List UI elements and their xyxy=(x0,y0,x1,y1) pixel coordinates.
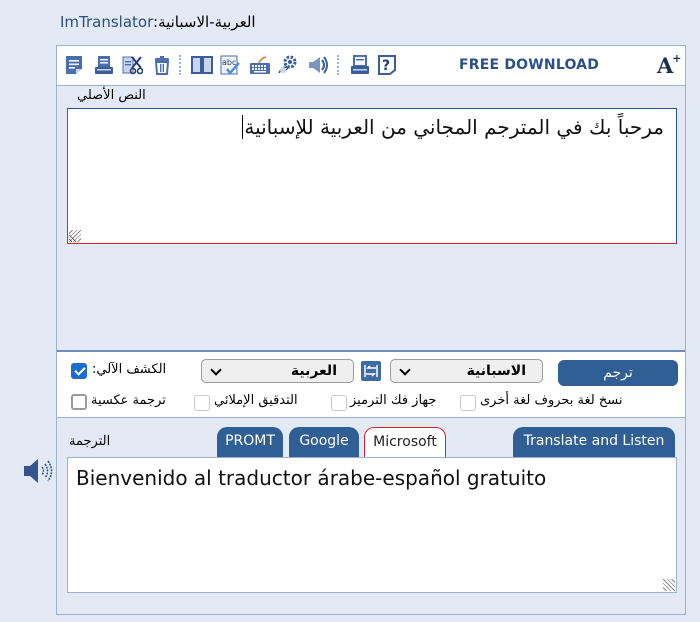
spell-check-icon[interactable]: abc xyxy=(219,54,241,76)
resize-grip-icon[interactable] xyxy=(69,230,81,242)
settings-decoder-icon[interactable] xyxy=(277,54,299,76)
svg-text:abc: abc xyxy=(222,58,236,67)
resize-grip-icon[interactable] xyxy=(663,579,675,591)
source-text: مرحباً بك في المترجم المجاني من العربية … xyxy=(244,115,664,139)
tab-promt[interactable]: PROMT xyxy=(217,427,283,458)
print-icon[interactable] xyxy=(349,54,371,76)
source-label: النص الأصلي xyxy=(77,88,146,103)
spell-check-checkbox[interactable] xyxy=(194,395,210,411)
free-download-link[interactable]: FREE DOWNLOAD xyxy=(459,57,599,73)
language-pair: العربية-الاسبانية xyxy=(158,13,256,31)
source-text-input[interactable]: مرحباً بك في المترجم المجاني من العربية … xyxy=(67,108,677,244)
target-language-select[interactable]: الاسبانية xyxy=(390,359,543,383)
translation-controls: :الكشف الآلي العربية الاسبانية ترجم ترجم… xyxy=(57,350,685,418)
tab-microsoft[interactable]: Microsoft xyxy=(364,427,446,458)
translation-text: Bienvenido al traductor árabe-español gr… xyxy=(76,466,547,490)
window-title: ImTranslator:العربية-الاسبانية xyxy=(60,13,256,31)
swap-icon xyxy=(364,365,378,377)
target-language-value: الاسبانية xyxy=(466,363,526,379)
transliteration-label: نسخ لغة بحروف لغة أخرى xyxy=(480,393,623,408)
decoder-label: جهاز فك الترميز xyxy=(350,393,437,408)
toolbar-separator xyxy=(179,55,181,75)
translation-label: الترجمة xyxy=(69,434,111,449)
toolbar-separator xyxy=(337,55,339,75)
svg-text:?: ? xyxy=(382,58,390,74)
print-preview-icon[interactable] xyxy=(93,54,115,76)
translator-panel: abc ? FREE DOWNLOAD A+ النص الأصلي مرحبا… xyxy=(56,45,686,615)
help-icon[interactable]: ? xyxy=(377,54,399,76)
back-translation-checkbox[interactable] xyxy=(71,394,87,410)
auto-detect-label: :الكشف الآلي xyxy=(92,362,167,377)
source-language-select[interactable]: العربية xyxy=(201,359,354,383)
tab-google[interactable]: Google xyxy=(289,427,359,458)
font-size-button[interactable]: A+ xyxy=(657,52,683,78)
virtual-keyboard-icon[interactable] xyxy=(249,54,271,76)
font-size-letter: A xyxy=(657,53,674,78)
clear-trash-icon[interactable] xyxy=(151,54,173,76)
spell-check-label: التدقيق الإملائي xyxy=(214,393,298,408)
translate-button[interactable]: ترجم xyxy=(558,360,678,386)
back-translation-label: ترجمة عكسية xyxy=(91,393,166,408)
app-name: ImTranslator xyxy=(60,13,153,31)
swap-languages-button[interactable] xyxy=(361,361,381,381)
chevron-down-icon xyxy=(210,364,222,376)
translation-output[interactable]: Bienvenido al traductor árabe-español gr… xyxy=(67,457,677,593)
chevron-down-icon xyxy=(399,364,411,376)
speaker-icon[interactable] xyxy=(22,456,56,486)
auto-detect-checkbox[interactable] xyxy=(71,363,87,379)
toolbar: abc ? FREE DOWNLOAD A+ xyxy=(57,46,685,86)
translate-and-listen-button[interactable]: Translate and Listen xyxy=(513,427,675,458)
source-language-value: العربية xyxy=(290,363,337,379)
decoder-checkbox[interactable] xyxy=(331,395,347,411)
text-to-speech-icon[interactable] xyxy=(307,54,329,76)
paste-icon[interactable] xyxy=(63,54,85,76)
transliteration-checkbox[interactable] xyxy=(460,395,476,411)
plus-icon: + xyxy=(672,52,682,65)
cut-icon[interactable] xyxy=(121,54,144,76)
dictionary-icon[interactable] xyxy=(191,54,213,76)
